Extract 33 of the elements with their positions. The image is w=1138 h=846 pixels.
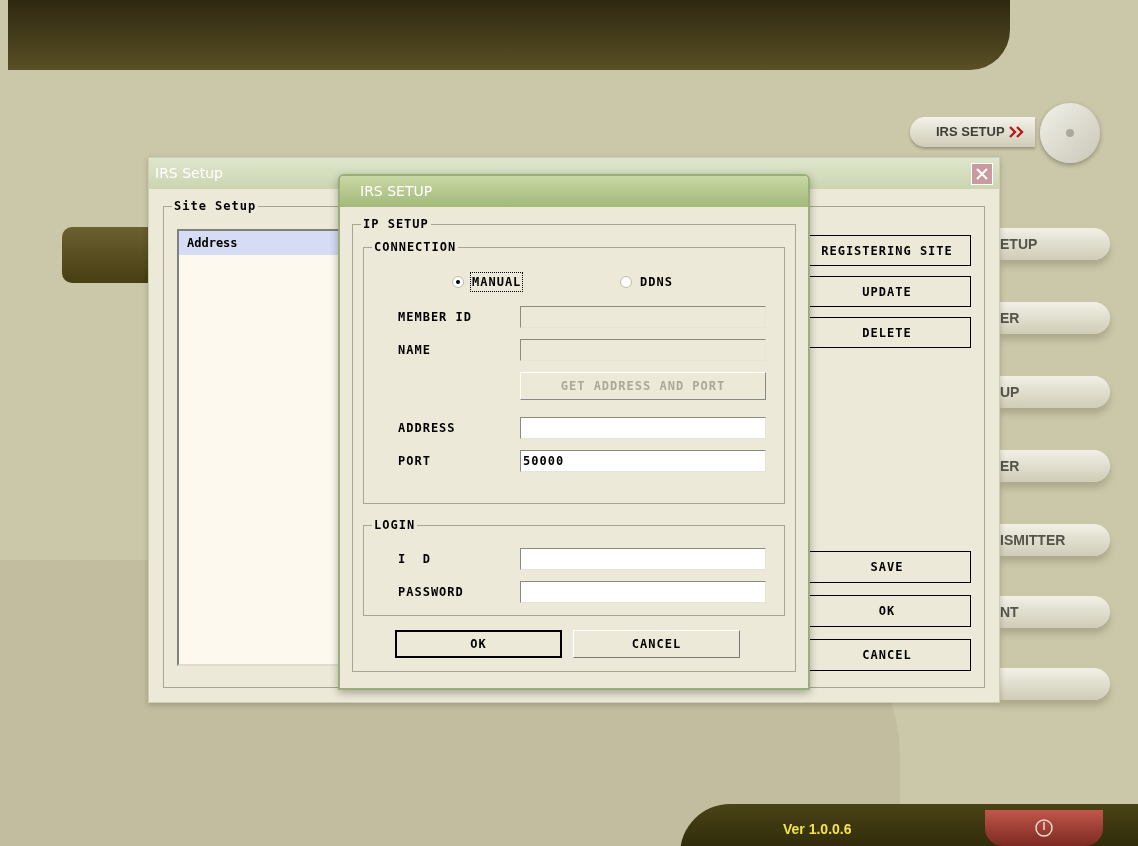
menu-pill[interactable] (1000, 668, 1110, 700)
input-field[interactable] (520, 417, 766, 439)
window-title: IRS Setup (155, 164, 223, 183)
field-label: PASSWORD (397, 584, 465, 601)
menu-pill[interactable]: ER (1000, 450, 1110, 482)
dialog-button[interactable]: CANCEL (573, 630, 740, 658)
version-text: Ver 1.0.0.6 (783, 819, 852, 839)
dialog-title: IRS SETUP (360, 182, 433, 201)
dialog-button[interactable]: OK (395, 630, 562, 658)
field-label: ADDRESS (397, 420, 457, 437)
input-field[interactable]: 50000 (520, 450, 766, 472)
menu-pill[interactable]: ETUP (1000, 228, 1110, 260)
field-label: MEMBER ID (397, 309, 474, 326)
irs-setup-button[interactable]: IRS SETUP (910, 117, 1035, 147)
radio-option[interactable]: DDNS (620, 272, 675, 292)
menu-pill[interactable]: ER (1000, 302, 1110, 334)
radio-label: DDNS (639, 274, 674, 291)
field-label: PORT (397, 453, 432, 470)
menu-pill[interactable]: UP (1000, 376, 1110, 408)
group-title: Site Setup (172, 198, 259, 214)
input-field[interactable] (520, 548, 766, 570)
power-icon (1034, 818, 1054, 838)
round-knob[interactable] (1040, 103, 1100, 163)
menu-pill[interactable]: ISMITTER (1000, 524, 1110, 556)
field-label: I D (397, 551, 432, 568)
input-field[interactable] (520, 581, 766, 603)
close-icon (976, 167, 988, 180)
power-button[interactable] (985, 810, 1103, 846)
radio-label: MANUAL (470, 272, 524, 292)
close-button[interactable] (971, 162, 993, 185)
field-label: NAME (397, 342, 432, 359)
menu-pill[interactable]: NT (1000, 596, 1110, 628)
radio-option[interactable]: MANUAL (452, 272, 620, 292)
